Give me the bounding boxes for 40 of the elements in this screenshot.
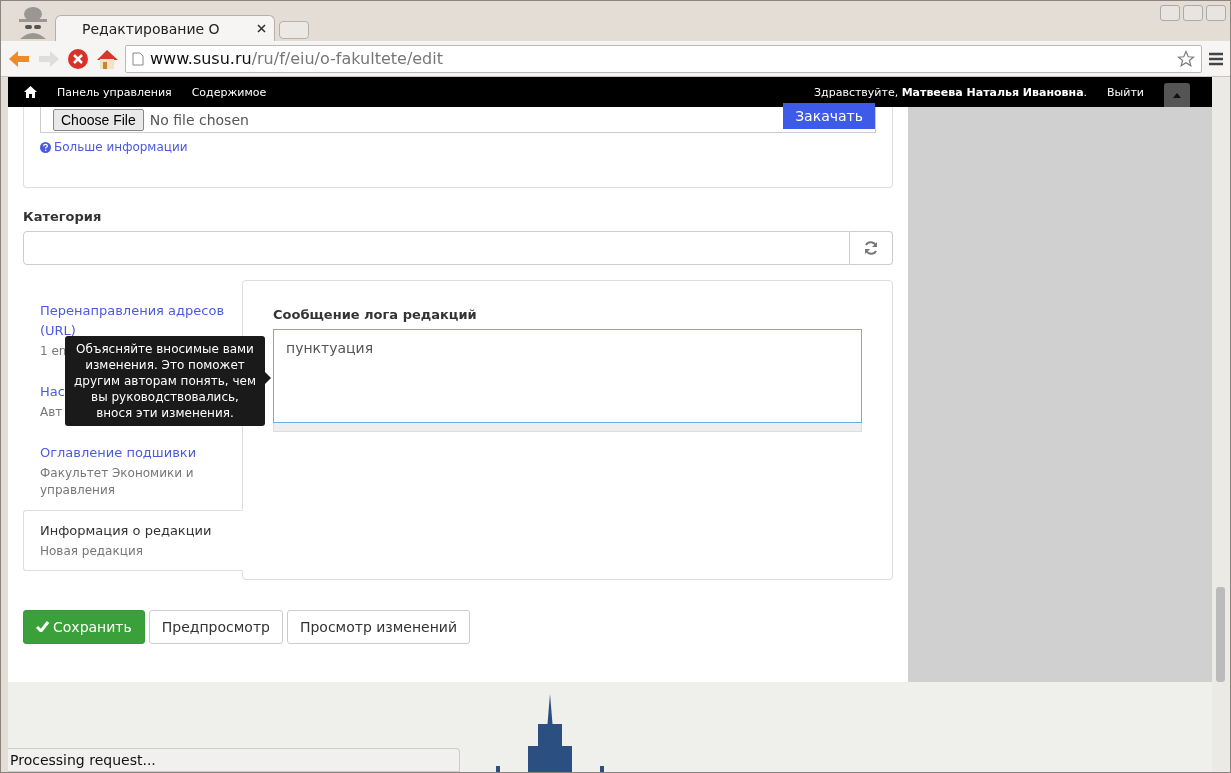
field-label: Сообщение лога редакций bbox=[273, 306, 478, 322]
admin-menu-link[interactable]: Содержимое bbox=[191, 85, 267, 99]
choose-file-button[interactable]: Choose File bbox=[53, 108, 144, 131]
resize-handle[interactable] bbox=[273, 422, 862, 432]
maximize-button[interactable] bbox=[1183, 5, 1203, 21]
upload-button[interactable]: Закачать bbox=[783, 103, 875, 129]
file-status-text: No file chosen bbox=[149, 111, 250, 128]
collapse-button[interactable] bbox=[1164, 83, 1190, 107]
field-label: Категория bbox=[23, 208, 103, 224]
star-icon[interactable] bbox=[1177, 49, 1195, 68]
stop-icon[interactable] bbox=[67, 47, 89, 70]
page-icon bbox=[132, 51, 144, 66]
action-button[interactable]: Просмотр изменений bbox=[286, 609, 471, 644]
close-button[interactable] bbox=[1206, 5, 1226, 21]
menu-icon[interactable] bbox=[1208, 51, 1224, 66]
question-icon bbox=[40, 141, 51, 153]
address-bar[interactable]: www.susu.ru/ru/f/eiu/o-fakultete/edit bbox=[125, 44, 1202, 73]
refresh-icon bbox=[863, 239, 879, 256]
refresh-button[interactable] bbox=[850, 230, 893, 265]
close-icon[interactable] bbox=[257, 24, 266, 33]
minimize-button[interactable] bbox=[1160, 5, 1180, 21]
vertical-tab[interactable]: Информация о редакции Новая редакция bbox=[23, 509, 243, 571]
forward-icon[interactable] bbox=[37, 48, 61, 69]
tooltip-arrow-icon bbox=[265, 371, 271, 384]
up-caret-icon bbox=[1173, 92, 1181, 98]
check-icon bbox=[36, 621, 49, 632]
tooltip: Объясняйте вносимые вами изменения. Это поможет другим авторам понять, чем вы руководствовались, внося эти изменения. bbox=[65, 335, 265, 426]
revision-log-field[interactable]: пунктуация bbox=[273, 328, 862, 423]
new-tab-button[interactable] bbox=[279, 21, 309, 39]
admin-menu-link[interactable]: Панель управления bbox=[57, 85, 172, 99]
category-field[interactable] bbox=[23, 230, 850, 265]
back-icon[interactable] bbox=[7, 48, 31, 69]
scrollbar[interactable] bbox=[1212, 77, 1230, 772]
browser-tab[interactable]: Редактирование О bbox=[55, 15, 275, 41]
greeting-text: Здравствуйте, Матвеева Наталья Ивановна. bbox=[814, 85, 1088, 99]
status-bar: Processing request... bbox=[8, 748, 460, 772]
action-button[interactable]: Предпросмотр bbox=[148, 609, 283, 644]
home-icon[interactable] bbox=[24, 86, 37, 98]
help-link[interactable]: Больше информации bbox=[40, 140, 188, 154]
logout-link[interactable]: Выйти bbox=[1107, 85, 1144, 99]
